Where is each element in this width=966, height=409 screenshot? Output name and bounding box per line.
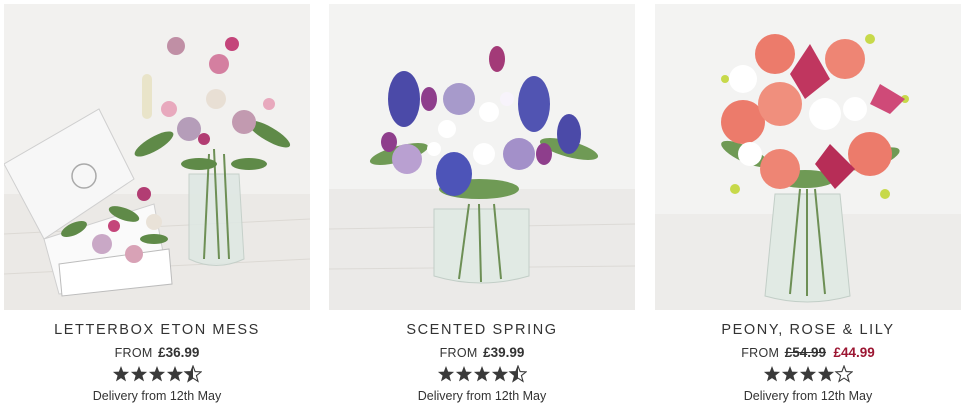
price-amount: £39.99	[483, 345, 525, 360]
price-from-label: FROM	[114, 346, 153, 360]
product-card-scented-spring[interactable]: SCENTED SPRING FROM £39.99 Delivery from…	[329, 4, 635, 404]
letterbox-bouquet-image	[4, 4, 310, 310]
star-full-icon	[112, 366, 130, 382]
star-full-icon	[491, 366, 509, 382]
price-from-label: FROM	[439, 346, 478, 360]
price-amount: £36.99	[158, 345, 200, 360]
product-card-letterbox-eton-mess[interactable]: LETTERBOX ETON MESS FROM £36.99 Delivery…	[4, 4, 310, 404]
stars-svg	[763, 365, 853, 383]
price-now: £44.99	[833, 345, 875, 360]
product-name[interactable]: PEONY, ROSE & LILY	[655, 322, 961, 338]
star-full-icon	[799, 366, 817, 382]
peony-bouquet-image	[655, 4, 961, 310]
star-full-icon	[437, 366, 455, 382]
stars-svg	[112, 365, 202, 383]
product-name[interactable]: SCENTED SPRING	[329, 322, 635, 338]
star-full-icon	[166, 366, 184, 382]
product-price: FROM £36.99	[4, 345, 310, 360]
delivery-date: Delivery from 12th May	[417, 389, 547, 403]
star-full-icon	[455, 366, 473, 382]
product-price: FROM £54.99 £44.99	[655, 345, 961, 360]
product-grid: LETTERBOX ETON MESS FROM £36.99 Delivery…	[0, 0, 966, 409]
spring-bouquet-image	[329, 4, 635, 310]
delivery-date: Delivery from 12th May	[743, 389, 873, 403]
product-name[interactable]: LETTERBOX ETON MESS	[4, 322, 310, 338]
star-empty-icon	[834, 365, 853, 383]
star-rating	[329, 365, 635, 387]
product-image[interactable]	[4, 4, 310, 310]
star-full-icon	[473, 366, 491, 382]
price-was: £54.99	[784, 345, 826, 360]
star-rating	[4, 365, 310, 387]
product-image[interactable]	[655, 4, 961, 310]
product-card-peony-rose-lily[interactable]: PEONY, ROSE & LILY FROM £54.99 £44.99 De…	[655, 4, 961, 404]
star-rating	[655, 365, 961, 387]
product-price: FROM £39.99	[329, 345, 635, 360]
product-image[interactable]	[329, 4, 635, 310]
star-full-icon	[148, 366, 166, 382]
star-full-icon	[130, 366, 148, 382]
stars-svg	[437, 365, 527, 383]
star-full-icon	[763, 366, 781, 382]
star-full-icon	[781, 366, 799, 382]
star-full-icon	[817, 366, 835, 382]
price-from-label: FROM	[741, 346, 780, 360]
delivery-date: Delivery from 12th May	[92, 389, 222, 403]
